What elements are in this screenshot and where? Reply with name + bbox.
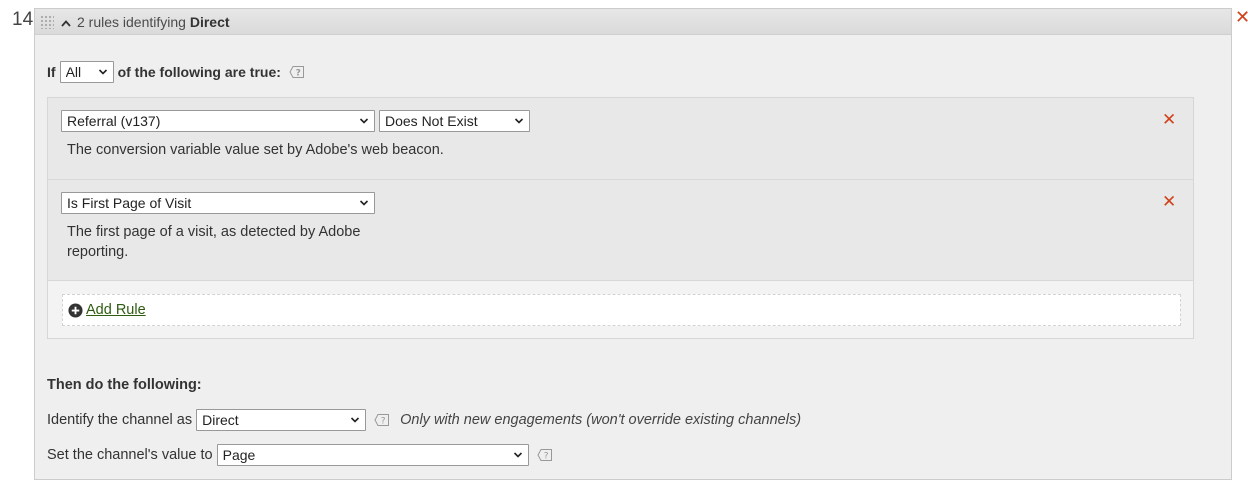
rule-item: Is First Page of Visit The first page of… — [48, 180, 1193, 281]
svg-text:?: ? — [543, 452, 548, 462]
condition-suffix: of the following are true: — [117, 64, 281, 80]
identify-channel-row: Identify the channel as Direct ? Only wi… — [47, 409, 801, 431]
rule-set-channel-name: Direct — [189, 13, 230, 30]
rule-set-panel: 2 rules identifying Direct If All of the… — [34, 8, 1232, 480]
rule-number: 14 — [12, 9, 34, 30]
then-title: Then do the following: — [47, 377, 202, 393]
rule-variable-select[interactable]: Is First Page of Visit — [61, 192, 375, 214]
rule-item: Referral (v137) Does Not Exist The conve… — [48, 98, 1193, 180]
match-all-select[interactable]: All — [59, 61, 114, 83]
if-label: If — [47, 64, 56, 80]
rule-set-header[interactable]: 2 rules identifying Direct — [35, 9, 1231, 35]
rule-set-title-prefix: 2 rules identifying — [77, 13, 190, 30]
rule-set-title: 2 rules identifying Direct — [77, 14, 230, 30]
identify-channel-note: Only with new engagements (won't overrid… — [400, 412, 802, 428]
close-icon[interactable]: ✕ — [1235, 8, 1248, 26]
help-icon[interactable]: ? — [537, 448, 553, 462]
rule-operator-select[interactable]: Does Not Exist — [379, 110, 530, 132]
close-icon[interactable]: ✕ — [1162, 192, 1176, 212]
rule-description: The conversion variable value set by Ado… — [67, 142, 444, 158]
add-rule-row: Add Rule — [62, 294, 1181, 326]
add-rule-link[interactable]: Add Rule — [86, 302, 146, 318]
channel-select[interactable]: Direct — [196, 409, 367, 431]
rules-container: Referral (v137) Does Not Exist The conve… — [47, 97, 1194, 339]
rule-description: The first page of a visit, as detected b… — [67, 224, 361, 260]
set-value-label: Set the channel's value to — [47, 447, 213, 463]
condition-row: If All of the following are true: ? — [47, 61, 305, 83]
help-icon[interactable]: ? — [374, 413, 390, 427]
close-icon[interactable]: ✕ — [1162, 110, 1176, 130]
chevron-up-icon[interactable] — [61, 19, 71, 29]
set-value-row: Set the channel's value to Page ? — [47, 444, 553, 466]
help-icon[interactable]: ? — [289, 65, 305, 79]
plus-circle-icon[interactable] — [68, 302, 83, 318]
identify-channel-label: Identify the channel as — [47, 412, 193, 428]
svg-text:?: ? — [381, 417, 386, 427]
rule-variable-select[interactable]: Referral (v137) — [61, 110, 375, 132]
channel-value-select[interactable]: Page — [216, 444, 529, 466]
drag-handle-icon[interactable] — [40, 14, 54, 29]
svg-text:?: ? — [295, 69, 300, 79]
